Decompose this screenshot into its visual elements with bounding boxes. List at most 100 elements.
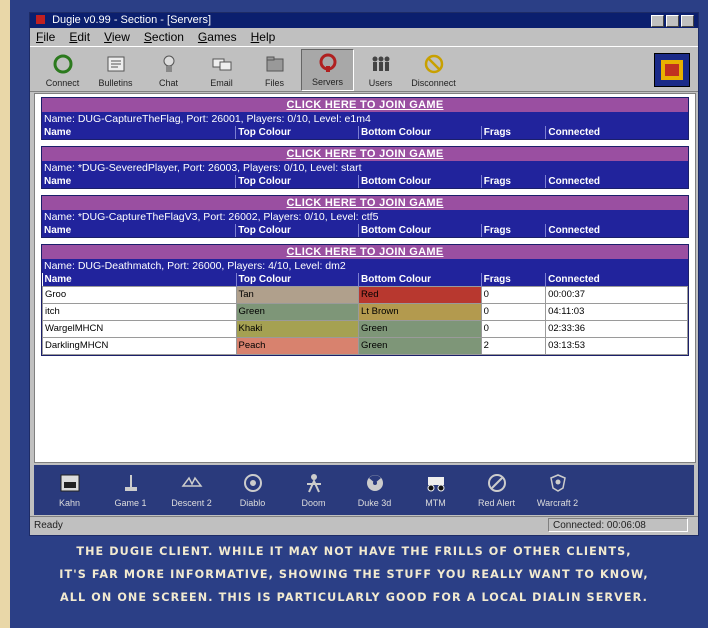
col-header-connected[interactable]: Connected xyxy=(545,126,688,139)
descent-icon xyxy=(181,476,202,487)
col-header-bottom-colour[interactable]: Bottom Colour xyxy=(358,224,482,237)
table-row[interactable]: Groo Tan Red 0 00:00:37 xyxy=(42,286,688,304)
game-button-descent2[interactable]: Descent 2 xyxy=(164,472,219,508)
close-button[interactable] xyxy=(681,15,694,27)
connect-icon xyxy=(53,54,72,74)
table-row[interactable]: WargelMHCN Khaki Green 0 02:33:36 xyxy=(42,320,688,338)
email-icon xyxy=(212,58,231,71)
game-button-diablo[interactable]: Diablo xyxy=(225,472,280,508)
game-button-game1[interactable]: Game 1 xyxy=(103,472,158,508)
col-header-bottom-colour[interactable]: Bottom Colour xyxy=(358,273,482,287)
warcraft-icon xyxy=(549,474,566,492)
bottom-colour-cell: Red xyxy=(358,286,482,304)
game-label: Doom xyxy=(301,498,326,508)
game-button-redalert[interactable]: Red Alert xyxy=(469,472,524,508)
server-info: Name: *DUG-CaptureTheFlagV3, Port: 26002… xyxy=(42,210,688,224)
users-label: Users xyxy=(368,78,393,88)
users-icon xyxy=(372,56,389,71)
menu-games[interactable]: Games xyxy=(198,28,237,46)
chat-label: Chat xyxy=(158,78,178,88)
top-colour-cell: Khaki xyxy=(235,320,360,338)
col-header-name[interactable]: Name xyxy=(42,224,236,237)
users-button[interactable]: Users xyxy=(354,49,407,91)
game-label: Game 1 xyxy=(114,498,147,508)
join-game-link[interactable]: CLICK HERE TO JOIN GAME xyxy=(42,98,688,112)
col-header-name[interactable]: Name xyxy=(42,175,236,188)
col-header-connected[interactable]: Connected xyxy=(545,273,688,287)
menu-help[interactable]: Help xyxy=(251,28,276,46)
bulletins-button[interactable]: Bulletins xyxy=(89,49,142,91)
server-block: CLICK HERE TO JOIN GAME Name: DUG-Captur… xyxy=(41,97,689,140)
servers-icon xyxy=(319,53,336,72)
window-controls xyxy=(651,15,694,27)
join-game-link[interactable]: CLICK HERE TO JOIN GAME xyxy=(42,147,688,161)
game-button-warcraft2[interactable]: Warcraft 2 xyxy=(530,472,585,508)
col-header-top-colour[interactable]: Top Colour xyxy=(235,224,359,237)
redalert-icon xyxy=(487,474,506,492)
col-header-bottom-colour[interactable]: Bottom Colour xyxy=(358,126,482,139)
servers-list: CLICK HERE TO JOIN GAME Name: DUG-Captur… xyxy=(34,93,696,463)
disconnect-label: Disconnect xyxy=(411,78,456,88)
menu-view[interactable]: View xyxy=(104,28,130,46)
join-game-link[interactable]: CLICK HERE TO JOIN GAME xyxy=(42,196,688,210)
col-header-connected[interactable]: Connected xyxy=(545,175,688,188)
caption-line: ALL ON ONE SCREEN. THIS IS PARTICULARLY … xyxy=(60,591,648,604)
menu-bar: File Edit View Section Games Help xyxy=(30,28,698,46)
server-block: CLICK HERE TO JOIN GAME Name: *DUG-Captu… xyxy=(41,195,689,238)
game-label: Red Alert xyxy=(477,498,516,508)
col-header-connected[interactable]: Connected xyxy=(545,224,688,237)
game-button-doom[interactable]: Doom xyxy=(286,472,341,508)
player-name: DarklingMHCN xyxy=(42,337,237,355)
connect-button[interactable]: Connect xyxy=(36,49,89,91)
game-button-kahn[interactable]: Kahn xyxy=(42,472,97,508)
server-info: Name: *DUG-SeveredPlayer, Port: 26003, P… xyxy=(42,161,688,175)
player-name: Groo xyxy=(42,286,237,304)
brand-logo xyxy=(654,53,690,87)
title-bar: Dugie v0.99 - Section - [Servers] xyxy=(30,13,698,28)
joystick-icon xyxy=(124,475,137,491)
col-header-name[interactable]: Name xyxy=(42,273,236,287)
col-header-frags[interactable]: Frags xyxy=(480,273,546,287)
menu-section[interactable]: Section xyxy=(144,28,184,46)
table-row[interactable]: DarklingMHCN Peach Green 2 03:13:53 xyxy=(42,337,688,355)
col-header-top-colour[interactable]: Top Colour xyxy=(235,126,359,139)
top-colour-cell: Peach xyxy=(235,337,360,355)
bulletins-label: Bulletins xyxy=(98,78,133,88)
col-header-frags[interactable]: Frags xyxy=(480,175,546,188)
game-button-mtm[interactable]: MTM xyxy=(408,472,463,508)
app-icon xyxy=(36,15,45,24)
caption-line: IT'S FAR MORE INFORMATIVE, SHOWING THE S… xyxy=(59,568,649,581)
menu-file[interactable]: File xyxy=(36,28,55,46)
maximize-button[interactable] xyxy=(666,15,679,27)
games-bar: Kahn Game 1 Descent 2 Diablo Doom Duke 3… xyxy=(34,465,694,515)
game-button-duke3d[interactable]: Duke 3d xyxy=(347,472,402,508)
col-header-top-colour[interactable]: Top Colour xyxy=(235,273,359,287)
table-row[interactable]: itch Green Lt Brown 0 04:11:03 xyxy=(42,303,688,321)
col-header-frags[interactable]: Frags xyxy=(480,126,546,139)
files-button[interactable]: Files xyxy=(248,49,301,91)
player-table: Name Top Colour Bottom Colour Frags Conn… xyxy=(42,126,688,139)
game-label: Kahn xyxy=(58,498,81,508)
menu-edit[interactable]: Edit xyxy=(69,28,90,46)
chat-button[interactable]: Chat xyxy=(142,49,195,91)
player-name: itch xyxy=(42,303,237,321)
radiation-icon xyxy=(366,475,383,491)
bottom-colour-cell: Lt Brown xyxy=(358,303,482,321)
connected-cell: 02:33:36 xyxy=(545,320,688,338)
servers-button[interactable]: Servers xyxy=(301,49,354,91)
main-toolbar: Connect Bulletins Chat Email Files Serve… xyxy=(30,46,698,92)
disconnect-button[interactable]: Disconnect xyxy=(407,49,460,91)
minimize-button[interactable] xyxy=(651,15,664,27)
status-text: Ready xyxy=(34,520,63,531)
col-header-top-colour[interactable]: Top Colour xyxy=(235,175,359,188)
col-header-bottom-colour[interactable]: Bottom Colour xyxy=(358,175,482,188)
join-game-link[interactable]: CLICK HERE TO JOIN GAME xyxy=(42,245,688,259)
email-button[interactable]: Email xyxy=(195,49,248,91)
chat-icon xyxy=(163,55,174,72)
server-block: CLICK HERE TO JOIN GAME Name: DUG-Deathm… xyxy=(41,244,689,356)
truck-icon xyxy=(427,477,444,492)
top-colour-cell: Tan xyxy=(235,286,360,304)
logo-icon xyxy=(661,60,683,80)
col-header-frags[interactable]: Frags xyxy=(480,224,546,237)
col-header-name[interactable]: Name xyxy=(42,126,236,139)
